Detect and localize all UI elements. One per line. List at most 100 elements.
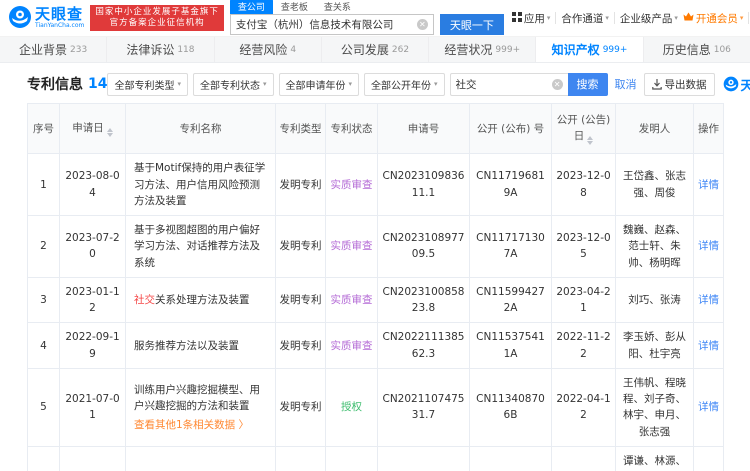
apps-menu-label: 应用 xyxy=(523,12,545,25)
toolbar-controls: 全部专利类型▾全部专利状态▾全部申请年份▾全部公开年份▾ ✕ 搜索 取消 导出数… xyxy=(107,72,750,96)
badge-line1: 国家中小企业发展子基金旗下 xyxy=(95,6,219,17)
publication-number: CN117196819A xyxy=(469,153,552,217)
detail-link[interactable]: 详情 xyxy=(698,179,719,191)
column-header: 专利状态 xyxy=(325,102,378,155)
patent-name-text: 基于Motif保持的用户表征学习方法、用户信用风险预测方法及装置 xyxy=(134,162,266,207)
nav-tab-label: 法律诉讼 xyxy=(126,43,175,57)
enterprise-products-label: 企业级产品 xyxy=(619,12,673,25)
column-header[interactable]: 申请日 xyxy=(59,102,126,155)
enterprise-products-menu[interactable]: 企业级产品 ▾ xyxy=(620,11,678,26)
filter-label: 全部公开年份 xyxy=(371,80,432,92)
export-data-button[interactable]: 导出数据 xyxy=(643,72,715,96)
column-header-label: 专利名称 xyxy=(179,122,222,135)
column-header: 专利名称 xyxy=(125,102,276,155)
search-tab[interactable]: 查老板 xyxy=(273,0,316,14)
nav-tab[interactable]: 企业背景 233 xyxy=(0,37,108,62)
table-row: 5 2021-07-01 训练用户兴趣挖掘模型、用户兴趣挖掘的方法和装置 查看其他1条… xyxy=(27,367,724,447)
filter-dropdowns: 全部专利类型 ▾ 全部专利状态 ▾ 全部申请年份 ▾ 全部公开年份 ▾ xyxy=(107,72,445,96)
inventors: 魏巍、赵森、范士轩、朱帅、杨明晖 xyxy=(615,215,694,278)
section-title: 专利信息 xyxy=(27,77,83,93)
column-header[interactable]: 公开 (公告) 日 xyxy=(551,102,616,155)
publication-date: 2023-04-21 xyxy=(551,276,616,324)
sort-icon[interactable] xyxy=(587,136,594,146)
action-cell: 详情 xyxy=(693,215,724,278)
nav-tab[interactable]: 公司发展 262 xyxy=(322,37,430,62)
search-tab[interactable]: 查公司 xyxy=(229,0,273,14)
table-row: 2 2023-07-20 基于多视图超图的用户偏好学习方法、对话推荐方法及系统 发明专… xyxy=(27,215,724,278)
clear-keyword-icon[interactable]: ✕ xyxy=(551,78,563,90)
detail-link[interactable]: 详情 xyxy=(698,340,719,352)
application-number: CN202110475659.2 xyxy=(377,445,470,471)
action-cell: 详情 xyxy=(693,322,724,369)
filter-dropdown[interactable]: 全部专利类型 ▾ xyxy=(107,72,188,96)
nav-tab-count: 233 xyxy=(70,44,88,55)
application-date: 2023-01-12 xyxy=(59,276,126,324)
badge-line2: 官方备案企业征信机构 xyxy=(109,18,205,28)
company-search-input[interactable] xyxy=(235,18,417,31)
company-search-box[interactable]: ✕ xyxy=(229,14,434,35)
cancel-search-link[interactable]: 取消 xyxy=(615,76,637,92)
detail-link[interactable]: 详情 xyxy=(698,401,719,413)
publication-date: 2023-12-05 xyxy=(551,215,616,278)
filter-label: 全部专利状态 xyxy=(200,80,260,92)
inventors: 谭谦、林源、王儒林、陈晓斌、董燕萍、代磊 xyxy=(615,445,694,471)
patent-name: 数据同步方法以及装置 xyxy=(125,445,276,471)
patent-status: 实质审查 xyxy=(325,276,378,324)
clear-search-icon[interactable]: ✕ xyxy=(416,19,428,30)
keyword-search-button[interactable]: 搜索 xyxy=(567,72,608,96)
action-cell: 详情 xyxy=(693,445,724,471)
partner-channel-menu[interactable]: 合作通道 ▾ xyxy=(561,11,609,26)
nav-tab[interactable]: 历史信息 106 xyxy=(644,37,750,62)
patent-name: 训练用户兴趣挖掘模型、用户兴趣挖掘的方法和装置 查看其他1条相关数据 〉 xyxy=(125,367,276,447)
keyword-search-box[interactable]: ✕ xyxy=(449,72,568,96)
inventors: 王伟帆、程晓程、刘子奇、林宇、申月、张志强 xyxy=(615,367,694,447)
vip-upgrade-menu[interactable]: 开通会员 ▾ xyxy=(683,11,744,26)
tianyancha-logo[interactable]: 天眼查 TianYanCha.com xyxy=(8,5,84,32)
inventors: 李玉娇、彭从阳、杜宇亮 xyxy=(615,322,694,369)
grid-icon xyxy=(511,11,522,25)
header-search-button[interactable]: 天眼一下 xyxy=(439,14,504,35)
publication-number: CN115375411A xyxy=(469,322,552,369)
filter-dropdown[interactable]: 全部申请年份 ▾ xyxy=(278,72,360,96)
nav-tab-count: 999+ xyxy=(495,44,521,55)
detail-link[interactable]: 详情 xyxy=(698,294,719,306)
nav-tab[interactable]: 法律诉讼 118 xyxy=(107,37,215,62)
chevron-down-icon: ▾ xyxy=(739,14,744,22)
patent-name: 基于Motif保持的用户表征学习方法、用户信用风险预测方法及装置 xyxy=(125,153,276,217)
apps-menu[interactable]: 应用 ▾ xyxy=(511,11,550,26)
filter-dropdown[interactable]: 全部专利状态 ▾ xyxy=(193,72,274,96)
tianyancha-watermark-icon xyxy=(723,76,738,92)
nav-tab-count: 262 xyxy=(391,44,410,55)
nav-tab[interactable]: 经营状况 999+ xyxy=(429,37,537,62)
column-header: 操作 xyxy=(693,102,724,155)
related-data-link[interactable]: 查看其他1条相关数据 〉 xyxy=(134,417,269,433)
publication-date: 2022-11-22 xyxy=(551,322,616,369)
nav-tab[interactable]: 知识产权 999+ xyxy=(536,37,644,62)
filter-dropdown[interactable]: 全部公开年份 ▾ xyxy=(364,72,445,96)
application-date: 2023-08-04 xyxy=(59,153,126,217)
row-index: 6 xyxy=(27,445,60,471)
column-header-label: 公开 (公告) 日 xyxy=(556,114,611,143)
publication-date: 2022-04-12 xyxy=(551,367,616,447)
header-search-tabs: 查公司 查老板 查关系 xyxy=(229,0,504,14)
column-header-label: 操作 xyxy=(698,122,719,135)
chevron-down-icon: ▾ xyxy=(177,80,181,88)
keyword-search-input[interactable] xyxy=(455,78,552,90)
patent-type: 发明专利 xyxy=(275,367,326,447)
nav-tab-label: 历史信息 xyxy=(662,43,711,57)
nav-tab-count: 4 xyxy=(290,44,297,55)
column-header-label: 专利状态 xyxy=(330,122,373,135)
application-number: CN202211138562.3 xyxy=(377,322,470,369)
detail-link[interactable]: 详情 xyxy=(698,240,719,252)
nav-tab-count: 106 xyxy=(713,44,731,55)
column-header-label: 申请日 xyxy=(72,122,104,135)
search-tab[interactable]: 查关系 xyxy=(316,0,359,14)
patent-name: 服务推荐方法以及装置 xyxy=(125,322,276,369)
nav-tab-count: 999+ xyxy=(602,44,628,55)
table-row: 62021-04-29数据同步方法以及装置发明专利实质审查CN202110475… xyxy=(27,445,724,471)
application-date: 2023-07-20 xyxy=(59,215,126,278)
chevron-down-icon: ▾ xyxy=(674,14,678,22)
nav-tab[interactable]: 经营风险 4 xyxy=(215,37,322,62)
patent-name-text: 关系处理方法及装置 xyxy=(155,293,250,306)
sort-icon[interactable] xyxy=(106,128,113,138)
